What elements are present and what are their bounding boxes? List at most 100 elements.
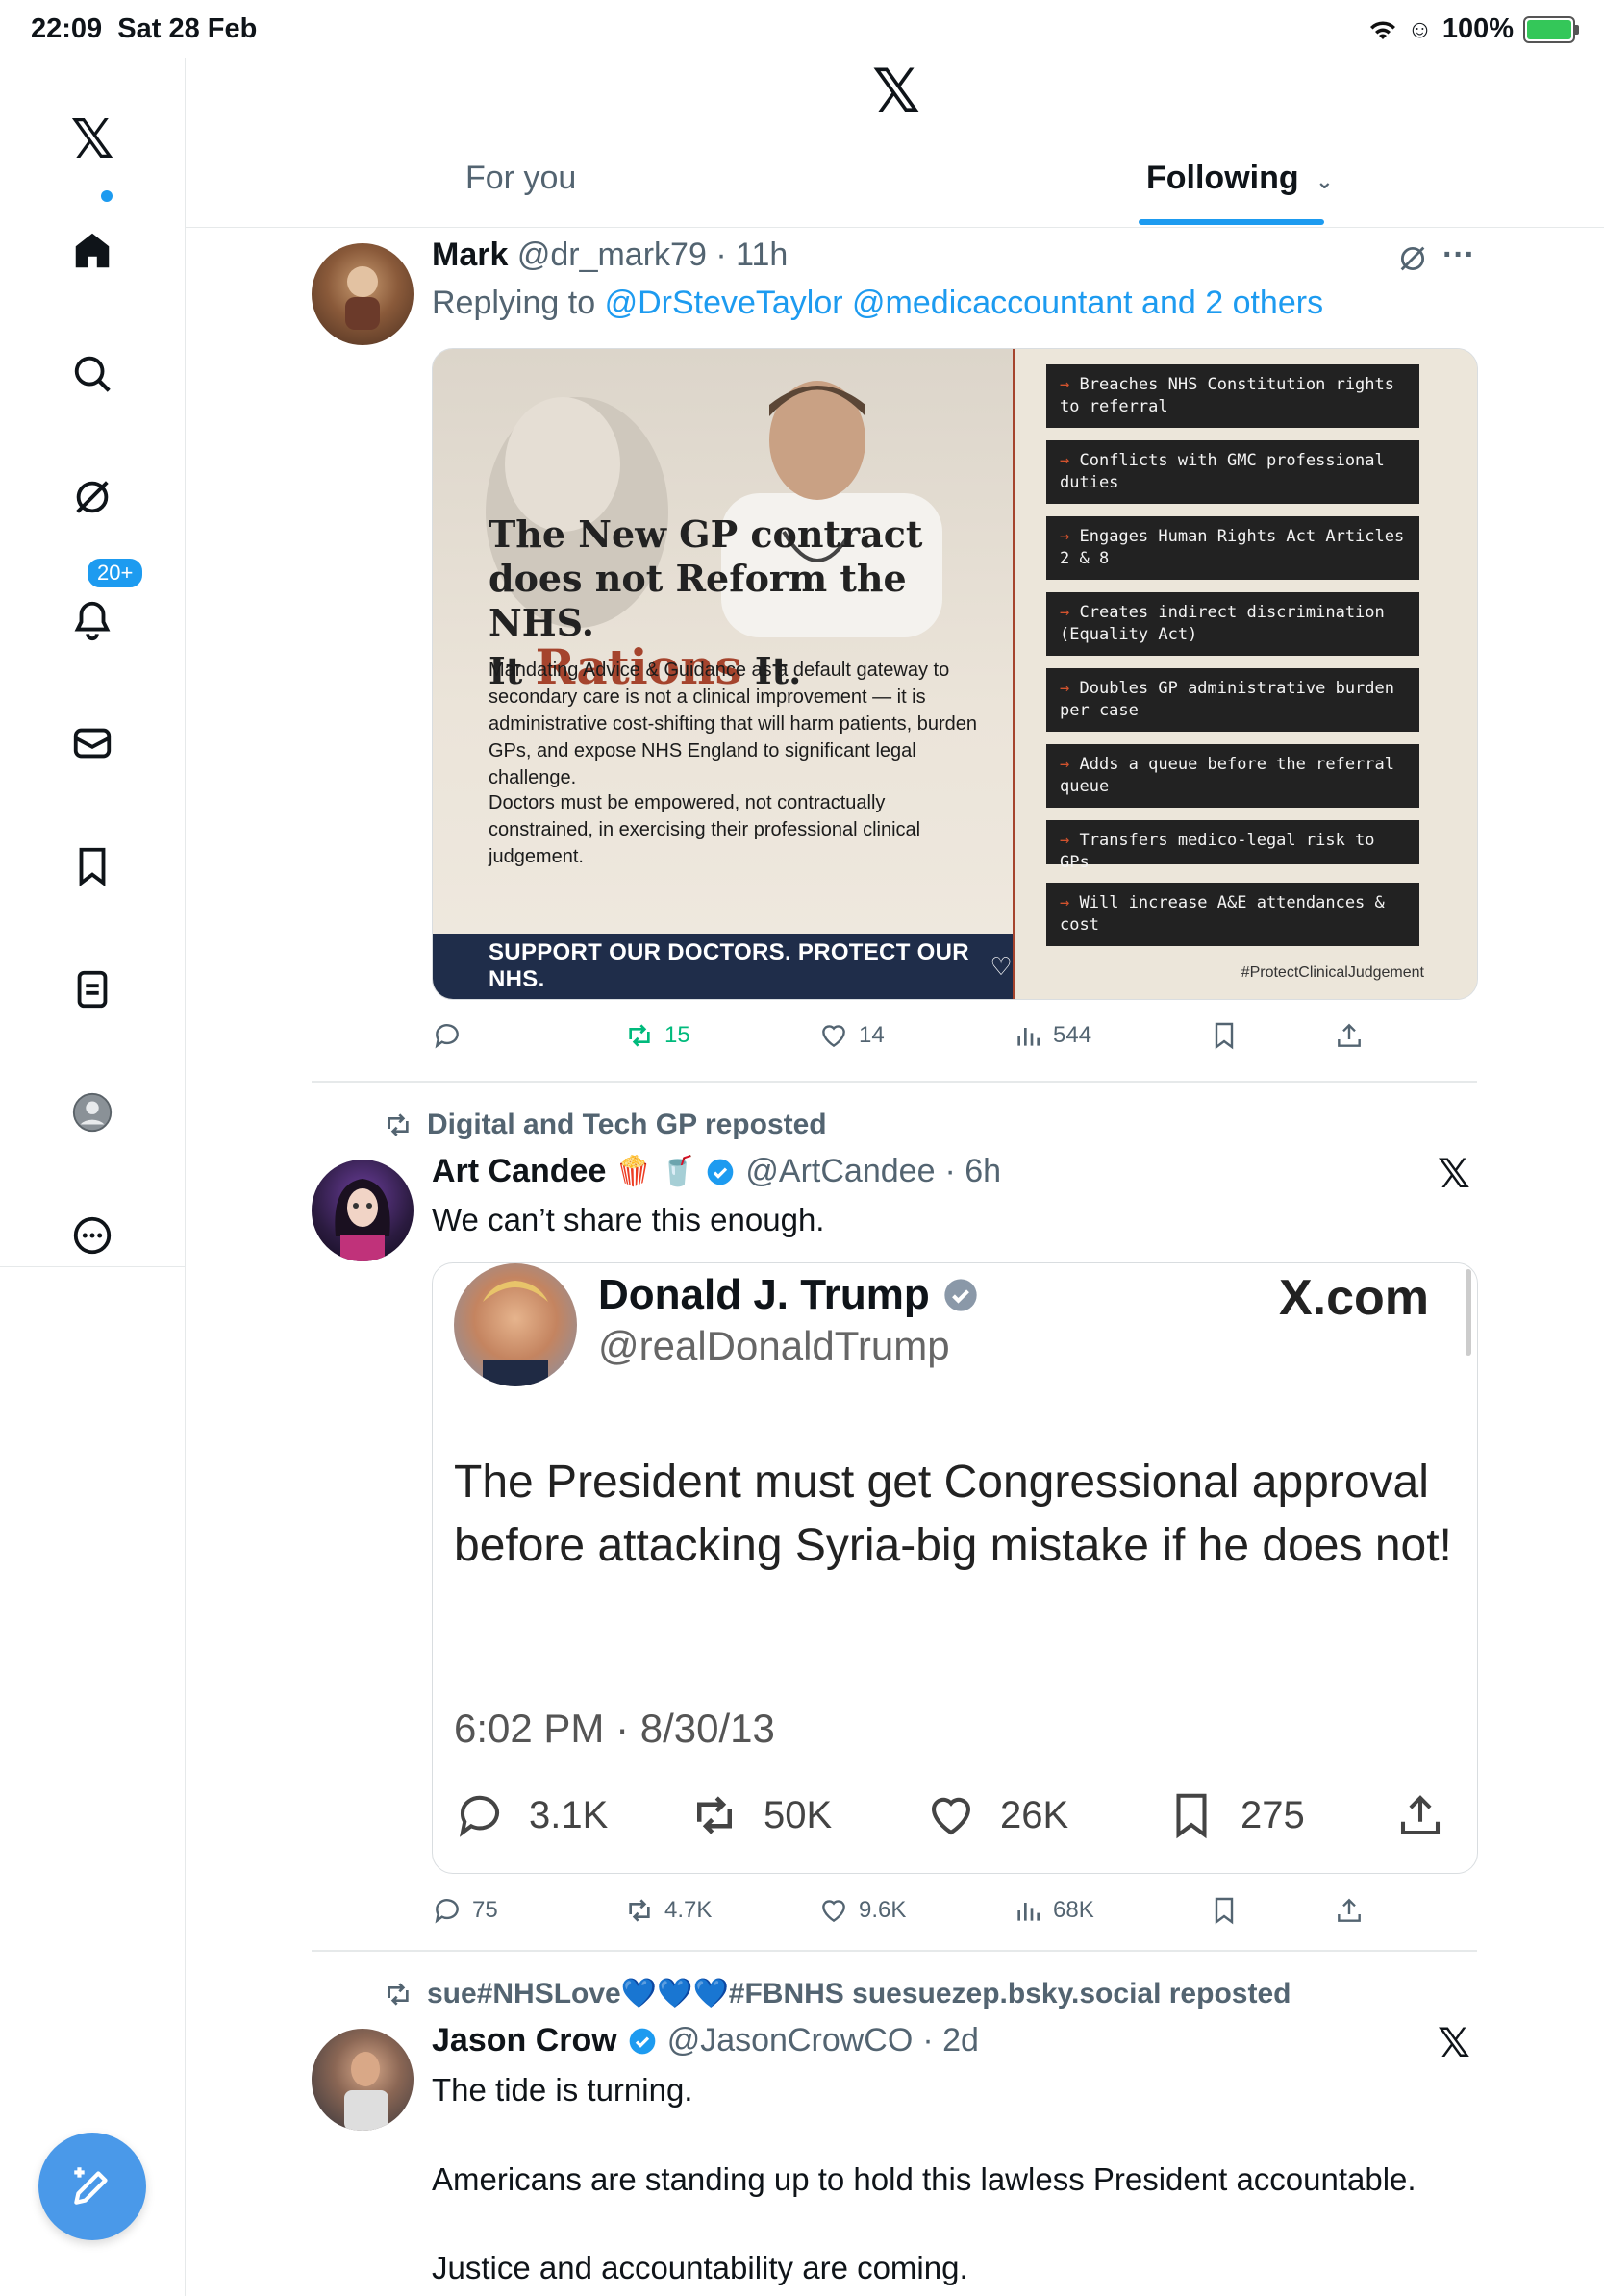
avatar-photo	[345, 266, 380, 330]
status-bar: 22:09 Sat 28 Feb ☺ 100%	[0, 0, 1604, 58]
bullet-text: Will increase A&E attendances & cost	[1060, 893, 1385, 935]
compose-button[interactable]	[38, 2133, 146, 2240]
post-image-infographic[interactable]: The New GP contract does not Reform the …	[432, 348, 1478, 1000]
compose-icon	[74, 2167, 108, 2205]
status-time: 22:09 Sat 28 Feb	[31, 13, 257, 45]
views-button[interactable]: 544	[1013, 1020, 1091, 1051]
tab-following-label: Following	[1146, 160, 1299, 196]
infographic-hashtag: #ProtectClinicalJudgement	[1241, 964, 1424, 981]
author-name[interactable]: Mark	[432, 237, 508, 273]
reply-button[interactable]: 75	[432, 1895, 498, 1926]
repost-icon	[388, 1113, 409, 1136]
quote-share-stat	[1394, 1789, 1446, 1841]
post-text-line: The tide is turning.	[432, 2072, 693, 2108]
header-divider	[186, 227, 1604, 228]
avatar[interactable]	[312, 2029, 414, 2131]
post-header: Mark @dr_mark79 · 11h	[432, 237, 788, 274]
tab-for-you[interactable]: For you	[465, 160, 576, 197]
more-icon[interactable]	[59, 1202, 126, 1269]
quote-repost-count: 50K	[764, 1793, 833, 1836]
hands-heart-icon: ♡	[990, 951, 1013, 981]
mail-icon[interactable]	[59, 710, 126, 777]
share-button[interactable]	[1334, 1020, 1365, 1051]
infographic-bullet: → Creates indirect discrimination (Equal…	[1046, 592, 1419, 656]
avatar[interactable]	[312, 1160, 414, 1261]
reply-icon	[435, 1024, 459, 1049]
headline-line-1: The New GP contract does not Reform the …	[489, 512, 923, 644]
replying-to-links[interactable]: @DrSteveTaylor @medicaccountant and 2 ot…	[605, 285, 1324, 321]
bullet-text: Conflicts with GMC professional duties	[1060, 451, 1385, 492]
reply-icon	[435, 1899, 459, 1924]
lists-icon[interactable]	[59, 956, 126, 1023]
profile-icon[interactable]	[59, 1079, 126, 1146]
infographic-body-1: Mandating Advice & Guidance as a default…	[489, 660, 978, 788]
repost-button[interactable]: 15	[624, 1020, 690, 1051]
post-divider	[312, 1081, 1477, 1083]
share-icon	[1338, 1023, 1361, 1047]
quoted-image-card[interactable]: Donald J. Trump @realDonaldTrump X.com T…	[432, 1262, 1478, 1874]
quote-avatar	[454, 1263, 577, 1386]
chevron-down-icon: ⌄	[1316, 169, 1334, 193]
reply-button[interactable]	[432, 1020, 463, 1051]
infographic-body-2: Doctors must be empowered, not contractu…	[489, 792, 921, 867]
home-unread-dot	[101, 190, 113, 202]
bookmark-icon	[1215, 1022, 1234, 1050]
more-options-icon[interactable]: ···	[1442, 237, 1475, 274]
post-text: We can’t share this enough.	[432, 1202, 825, 1237]
grok-icon[interactable]	[1396, 242, 1429, 280]
header-x-logo[interactable]: 𝕏	[863, 58, 930, 125]
bookmark-icon	[1215, 1897, 1234, 1925]
view-count: 544	[1053, 1022, 1092, 1048]
bookmark-button[interactable]	[1209, 1895, 1240, 1926]
post-time: · 6h	[944, 1153, 1002, 1189]
verified-icon	[629, 2028, 656, 2054]
x-logo-icon[interactable]: 𝕏	[1438, 1150, 1470, 1197]
author-handle[interactable]: @JasonCrowCO	[667, 2022, 914, 2059]
quote-name-row: Donald J. Trump	[598, 1271, 980, 1319]
x-logo-icon[interactable]: 𝕏	[1438, 2019, 1470, 2066]
post-time: · 2d	[922, 2022, 979, 2059]
x-logo-icon[interactable]: 𝕏	[59, 106, 126, 173]
search-icon[interactable]	[59, 340, 126, 408]
view-count: 68K	[1053, 1897, 1094, 1923]
author-name[interactable]: Jason Crow	[432, 2022, 617, 2059]
repost-button[interactable]: 4.7K	[624, 1895, 712, 1926]
author-handle[interactable]: @dr_mark79	[517, 237, 707, 273]
bookmark-icon[interactable]	[59, 833, 126, 900]
avatar[interactable]	[312, 243, 414, 345]
battery-icon	[1523, 15, 1579, 43]
sidebar: 𝕏	[0, 58, 186, 1267]
repost-label[interactable]: Digital and Tech GP reposted	[383, 1109, 827, 1141]
infographic-bullet: → Will increase A&E attendances & cost	[1046, 883, 1419, 946]
like-icon	[931, 1797, 971, 1835]
views-icon	[1017, 1028, 1040, 1046]
author-emoji: 🍿 🥤	[615, 1156, 696, 1187]
bullet-text: Adds a queue before the referral queue	[1060, 755, 1394, 796]
infographic-banner: SUPPORT OUR DOCTORS. PROTECT OUR NHS. ♡	[433, 934, 1013, 999]
like-button[interactable]: 9.6K	[818, 1895, 906, 1926]
bookmark-button[interactable]	[1209, 1020, 1240, 1051]
tab-following[interactable]: Following ⌄	[1146, 160, 1334, 197]
scrollbar[interactable]	[1466, 1269, 1471, 1356]
share-button[interactable]	[1334, 1895, 1365, 1926]
author-handle[interactable]: @ArtCandee	[745, 1153, 935, 1190]
active-tab-indicator	[1139, 219, 1324, 225]
infographic-bullet: → Conflicts with GMC professional duties	[1046, 440, 1419, 504]
repost-label[interactable]: sue#NHSLove💙💙💙#FBNHS suesuezep.bsky.soci…	[383, 1977, 1291, 2010]
clock: 22:09	[31, 13, 103, 44]
verified-icon	[708, 1159, 734, 1185]
like-button[interactable]: 14	[818, 1020, 885, 1051]
quote-author-handle: @realDonaldTrump	[598, 1323, 950, 1368]
views-icon	[1017, 1903, 1040, 1921]
post-divider	[312, 1950, 1477, 1952]
grok-icon[interactable]	[59, 463, 126, 531]
quote-avatar-photo	[483, 1281, 548, 1386]
quote-bookmark-stat: 275	[1165, 1789, 1305, 1841]
quote-author-name: Donald J. Trump	[598, 1271, 930, 1318]
home-icon[interactable]	[59, 217, 126, 285]
date: Sat 28 Feb	[117, 13, 258, 44]
bell-icon[interactable]	[59, 586, 126, 654]
quote-reply-stat: 3.1K	[454, 1789, 608, 1841]
views-button[interactable]: 68K	[1013, 1895, 1094, 1926]
author-name[interactable]: Art Candee	[432, 1153, 606, 1190]
